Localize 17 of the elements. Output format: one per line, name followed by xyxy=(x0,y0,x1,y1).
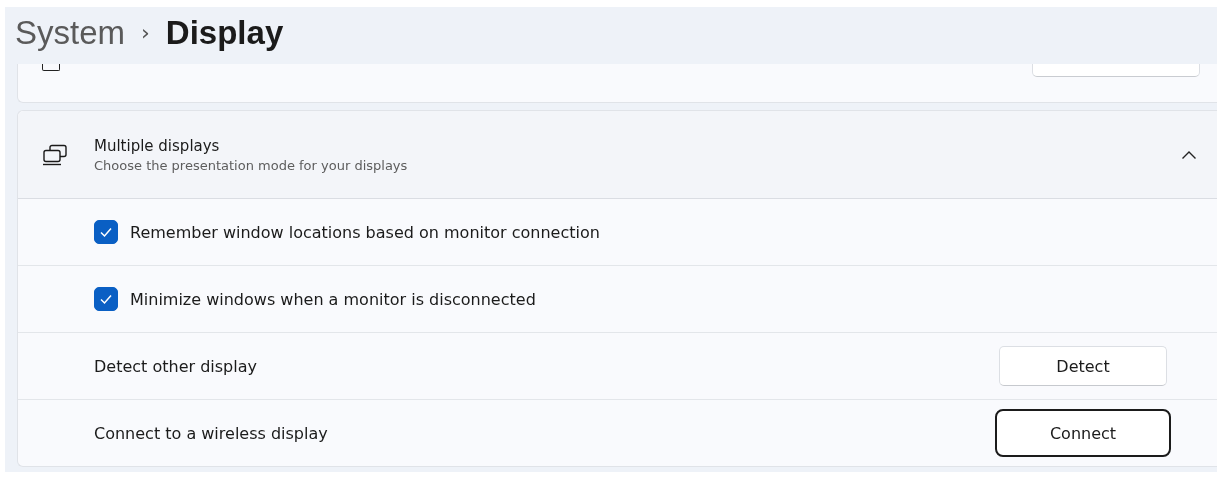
checkbox[interactable] xyxy=(94,220,118,244)
chevron-icon[interactable] xyxy=(1181,149,1197,160)
checkbox-label[interactable]: Minimize windows when a monitor is disconnected xyxy=(130,289,1167,309)
checkmark-icon xyxy=(99,226,113,238)
action-button[interactable]: Detect xyxy=(999,346,1167,386)
checkmark-icon xyxy=(99,293,113,305)
checkbox-label[interactable]: Remember window locations based on monitor connection xyxy=(130,222,1167,242)
checkbox[interactable] xyxy=(94,287,118,311)
section-subtitle: Choose the presentation mode for your displays xyxy=(94,157,409,173)
breadcrumb-parent[interactable]: System xyxy=(15,13,126,52)
breadcrumb-separator: › xyxy=(141,20,150,45)
setting-label: Connect to a wireless display xyxy=(94,423,329,443)
multiple-displays-icon xyxy=(42,143,68,166)
setting-label: Detect other display xyxy=(94,356,258,376)
section-title: Multiple displays xyxy=(94,136,221,155)
page-title: Display xyxy=(165,13,284,52)
action-button[interactable]: Connect xyxy=(995,409,1171,457)
